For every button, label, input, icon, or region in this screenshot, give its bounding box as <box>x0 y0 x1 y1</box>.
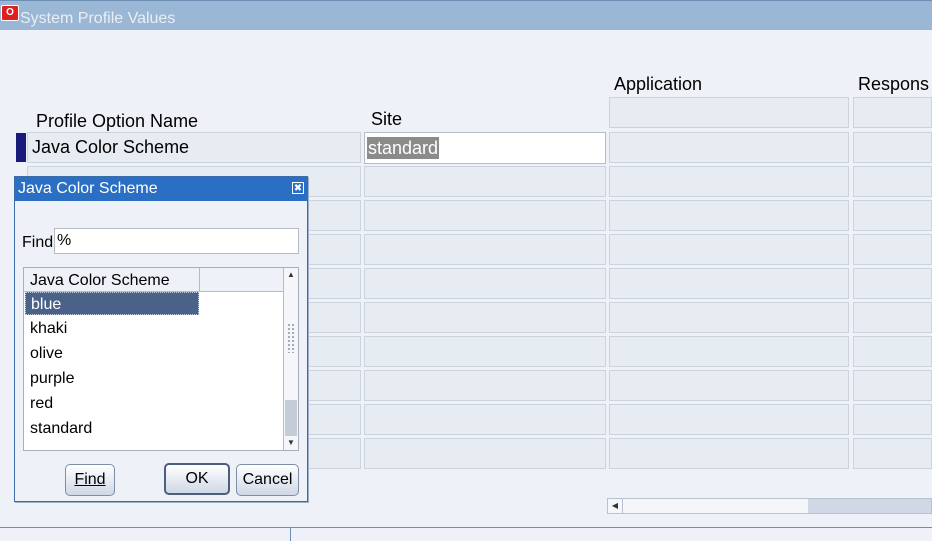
current-record-indicator <box>16 133 26 162</box>
responsibility-cell[interactable] <box>853 302 932 333</box>
find-button-label: Find <box>74 471 106 488</box>
responsibility-cell[interactable] <box>853 166 932 197</box>
list-header-filler <box>200 268 284 292</box>
responsibility-cell[interactable] <box>853 97 932 128</box>
oracle-icon: O <box>1 5 19 21</box>
site-cell[interactable] <box>364 438 606 469</box>
scroll-thumb[interactable] <box>285 400 297 436</box>
responsibility-cell[interactable] <box>853 438 932 469</box>
find-button[interactable]: Find <box>65 464 115 496</box>
profile-name-cell[interactable]: Java Color Scheme <box>27 132 361 163</box>
application-cell[interactable] <box>609 336 849 367</box>
scroll-grip-icon <box>287 323 295 353</box>
horizontal-scrollbar[interactable]: ◀ <box>607 498 932 514</box>
window-titlebar: O System Profile Values <box>0 0 932 30</box>
site-value-field[interactable]: standard <box>364 132 606 164</box>
application-cell[interactable] <box>609 438 849 469</box>
list-item[interactable]: red <box>25 392 199 415</box>
site-cell[interactable] <box>364 268 606 299</box>
responsibility-cell[interactable] <box>853 132 932 163</box>
application-cell[interactable] <box>609 404 849 435</box>
application-cell[interactable] <box>609 166 849 197</box>
responsibility-cell[interactable] <box>853 234 932 265</box>
scroll-left-icon[interactable]: ◀ <box>608 499 623 513</box>
list-item[interactable]: blue <box>25 292 199 315</box>
list-column-header: Java Color Scheme <box>24 268 200 292</box>
application-cell[interactable] <box>609 97 849 128</box>
application-cell[interactable] <box>609 234 849 265</box>
responsibility-cell[interactable] <box>853 404 932 435</box>
dialog-titlebar: Java Color Scheme ✖ <box>15 177 307 201</box>
responsibility-cell[interactable] <box>853 268 932 299</box>
values-list[interactable]: Java Color Scheme blue khaki olive purpl… <box>23 267 299 451</box>
responsibility-cell[interactable] <box>853 336 932 367</box>
column-header-profile-option-name: Profile Option Name <box>36 111 199 131</box>
site-cell[interactable] <box>364 166 606 197</box>
close-icon[interactable]: ✖ <box>292 182 304 194</box>
scroll-track[interactable] <box>623 499 808 513</box>
site-cell[interactable] <box>364 200 606 231</box>
status-divider <box>0 527 932 528</box>
application-cell[interactable] <box>609 302 849 333</box>
application-cell[interactable] <box>609 200 849 231</box>
status-divider-vertical <box>290 527 291 541</box>
find-input[interactable] <box>54 228 299 254</box>
application-cell[interactable] <box>609 132 849 163</box>
site-cell[interactable] <box>364 234 606 265</box>
cancel-button[interactable]: Cancel <box>236 464 299 496</box>
responsibility-cell[interactable] <box>853 370 932 401</box>
site-cell[interactable] <box>364 404 606 435</box>
column-header-application: Application <box>614 74 703 94</box>
list-item[interactable]: khaki <box>25 317 199 340</box>
ok-button[interactable]: OK <box>164 463 230 495</box>
site-cell[interactable] <box>364 302 606 333</box>
list-of-values-dialog: Java Color Scheme ✖ Find Java Color Sche… <box>14 176 308 502</box>
site-cell[interactable] <box>364 370 606 401</box>
window-title: System Profile Values <box>20 10 176 27</box>
list-item[interactable]: standard <box>25 417 199 440</box>
application-cell[interactable] <box>609 268 849 299</box>
list-item[interactable]: olive <box>25 342 199 365</box>
list-item[interactable]: purple <box>25 367 199 390</box>
dialog-title: Java Color Scheme <box>18 180 158 197</box>
site-cell[interactable] <box>364 336 606 367</box>
site-value-text: standard <box>367 137 440 159</box>
column-header-site: Site <box>371 109 403 129</box>
cancel-button-label: Cancel <box>242 471 293 488</box>
responsibility-cell[interactable] <box>853 200 932 231</box>
scroll-up-icon[interactable]: ▲ <box>284 268 298 282</box>
list-vertical-scrollbar[interactable]: ▲ ▼ <box>283 268 298 450</box>
scroll-down-icon[interactable]: ▼ <box>284 436 298 450</box>
find-label: Find <box>22 234 54 251</box>
application-cell[interactable] <box>609 370 849 401</box>
ok-button-label: OK <box>185 470 209 487</box>
column-header-responsibility: Respons <box>858 74 930 94</box>
